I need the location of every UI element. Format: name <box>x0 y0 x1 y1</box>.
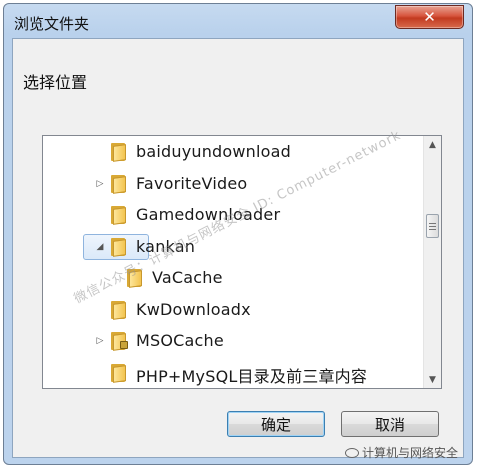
locked-folder-icon <box>109 332 129 351</box>
close-button[interactable]: ✕ <box>395 5 464 29</box>
window-title: 浏览文件夹 <box>14 15 90 33</box>
tree-item-label: MSOCache <box>136 331 224 350</box>
expand-arrow-icon[interactable]: ▷ <box>95 179 105 189</box>
tree-item-label: FavoriteVideo <box>136 173 248 193</box>
folder-tree[interactable]: baiduyundownload ▷ FavoriteVideo Gamedownlo… <box>42 135 442 389</box>
title-bar[interactable]: 浏览文件夹 ✕ <box>4 4 472 38</box>
tree-item-label: PHP+MySQL目录及前三章内容 <box>136 366 368 386</box>
browse-folder-dialog: 浏览文件夹 ✕ 选择位置 baiduyundownload ▷ FavoriteVi… <box>3 3 473 465</box>
brand-mark: 计算机与网络安全 <box>345 444 458 461</box>
tree-item[interactable]: ◢ kankan <box>43 232 423 262</box>
folder-icon <box>109 237 129 257</box>
tree-item[interactable]: ▷ FavoriteVideo <box>43 169 423 199</box>
tree-item-label: VaCache <box>152 268 223 287</box>
ok-button[interactable]: 确定 <box>227 411 325 437</box>
tree-item[interactable]: PHP+MySQL目录及前三章内容 <box>43 358 423 388</box>
tree-item[interactable]: ▷ MSOCache <box>43 326 423 356</box>
folder-icon <box>109 143 129 162</box>
wechat-icon <box>345 447 359 458</box>
tree-item-label: KwDownloadx <box>136 299 251 319</box>
dialog-content: 选择位置 baiduyundownload ▷ FavoriteVideo Gamed… <box>12 38 464 458</box>
expand-arrow-icon[interactable]: ▷ <box>95 336 105 346</box>
folder-icon <box>109 174 129 194</box>
scroll-up-arrow-icon[interactable]: ▲ <box>424 136 441 153</box>
tree-items: baiduyundownload ▷ FavoriteVideo Gamedownlo… <box>43 136 423 388</box>
collapse-arrow-icon[interactable]: ◢ <box>95 242 105 252</box>
brand-text: 计算机与网络安全 <box>362 446 459 460</box>
folder-icon <box>109 363 129 383</box>
lock-icon <box>120 341 128 349</box>
cancel-button[interactable]: 取消 <box>341 411 439 437</box>
folder-icon <box>109 206 129 225</box>
scroll-down-arrow-icon[interactable]: ▼ <box>424 371 441 388</box>
folder-icon <box>109 300 129 320</box>
tree-item-label: baiduyundownload <box>136 142 292 161</box>
tree-item[interactable]: KwDownloadx <box>43 295 423 325</box>
close-icon: ✕ <box>423 8 436 26</box>
vertical-scrollbar[interactable]: ▲ ▼ <box>423 136 441 388</box>
scrollbar-thumb[interactable] <box>426 214 439 238</box>
dialog-prompt: 选择位置 <box>23 73 88 92</box>
